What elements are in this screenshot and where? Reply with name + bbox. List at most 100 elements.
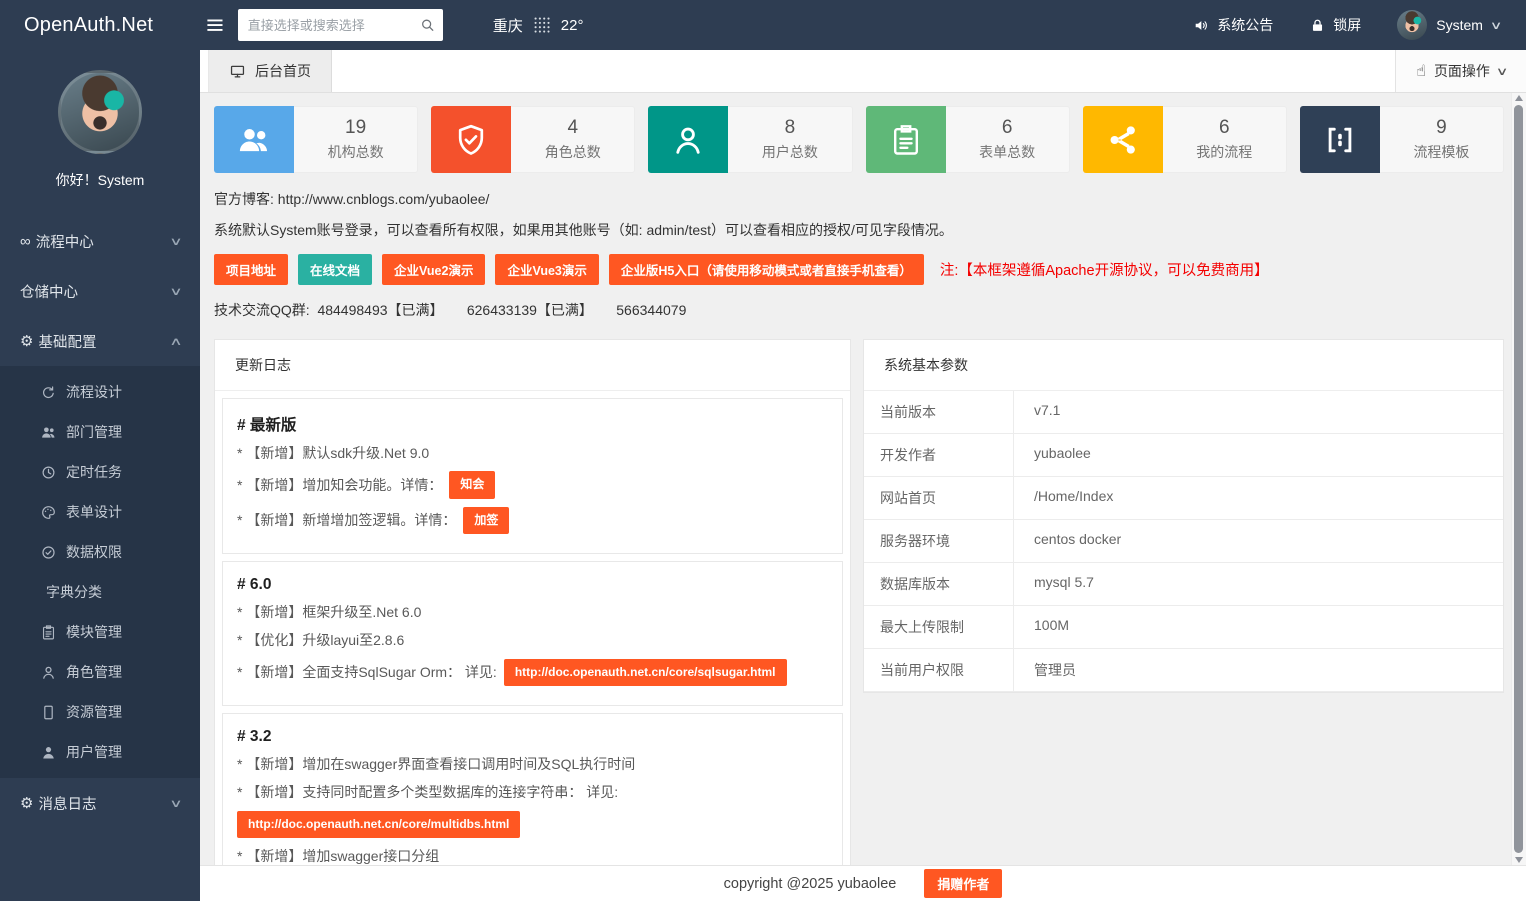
sidebar-submenu-item[interactable]: 流程设计 xyxy=(0,372,200,412)
changelog-item: * 【新增】框架升级至.Net 6.0 xyxy=(237,602,828,622)
tab-label: 后台首页 xyxy=(255,61,311,81)
changelog-link-button[interactable]: http://doc.openauth.net.cn/core/sqlsugar… xyxy=(504,659,787,686)
user-avatar-small xyxy=(1397,10,1427,40)
panels-row: 更新日志 # 最新版* 【新增】默认sdk升级.Net 9.0* 【新增】增加知… xyxy=(214,339,1504,866)
menu-toggle-icon[interactable]: ≡ xyxy=(206,12,224,39)
sidebar-menu-label: 仓储中心 xyxy=(20,281,172,302)
chevron-down-icon: ∨ xyxy=(169,797,183,810)
stat-label: 角色总数 xyxy=(545,142,601,162)
sidebar-menu-item[interactable]: ⚙消息日志∨ xyxy=(0,778,200,828)
role-icon xyxy=(40,664,66,681)
table-row: 当前版本v7.1 xyxy=(864,391,1503,434)
param-label: 当前用户权限 xyxy=(864,649,1014,691)
changelog-section-heading: # 6.0 xyxy=(237,576,828,594)
page-actions-label: 页面操作 xyxy=(1434,61,1490,81)
stats-row: 19机构总数4角色总数8用户总数6表单总数6我的流程9流程模板 xyxy=(214,106,1504,173)
donate-button[interactable]: 捐赠作者 xyxy=(924,869,1002,898)
search-icon[interactable] xyxy=(419,17,436,34)
departments-icon xyxy=(40,424,66,441)
changelog-item-text: * 【优化】升级layui至2.8.6 xyxy=(237,630,404,650)
link-button[interactable]: 企业Vue3演示 xyxy=(495,254,598,285)
param-value: centos docker xyxy=(1014,520,1503,562)
sidebar-submenu-item[interactable]: 角色管理 xyxy=(0,652,200,692)
stat-icon-box xyxy=(214,106,294,173)
sidebar-submenu-item[interactable]: 模块管理 xyxy=(0,612,200,652)
shield-check-icon xyxy=(453,122,489,158)
sidebar-submenu-item[interactable]: 字典分类 xyxy=(0,572,200,612)
sidebar-menu-item[interactable]: ⚙基础配置∧ xyxy=(0,316,200,366)
page-actions-dropdown[interactable]: ☝ 页面操作 ∨ xyxy=(1395,50,1526,92)
link-button[interactable]: 企业版H5入口（请使用移动模式或者直接手机查看） xyxy=(609,254,924,285)
sidebar-submenu-item[interactable]: 表单设计 xyxy=(0,492,200,532)
stat-card[interactable]: 19机构总数 xyxy=(214,106,418,173)
sidebar-submenu-item[interactable]: 数据权限 xyxy=(0,532,200,572)
changelog-item-text: * 【新增】增加swagger接口分组 xyxy=(237,846,439,866)
link-button[interactable]: 项目地址 xyxy=(214,254,288,285)
sidebar-menu: ∞流程中心∨仓储中心∨⚙基础配置∧流程设计部门管理定时任务表单设计数据权限字典分… xyxy=(0,216,200,828)
sidebar-menu-item[interactable]: ∞流程中心∨ xyxy=(0,216,200,266)
param-value: yubaolee xyxy=(1014,434,1503,476)
sidebar-submenu-label: 资源管理 xyxy=(66,702,122,722)
stat-icon-box xyxy=(431,106,511,173)
changelog-section: # 6.0 * 【新增】框架升级至.Net 6.0 * 【优化】升级layui至2.… xyxy=(222,561,843,706)
sidebar-menu-item[interactable]: 仓储中心∨ xyxy=(0,266,200,316)
param-label: 开发作者 xyxy=(864,434,1014,476)
vertical-scrollbar[interactable] xyxy=(1511,92,1526,866)
mobile-icon xyxy=(40,704,66,721)
table-row: 网站首页/Home/Index xyxy=(864,477,1503,520)
param-value: /Home/Index xyxy=(1014,477,1503,519)
announcement-label: 系统公告 xyxy=(1217,15,1273,35)
stat-card[interactable]: 6我的流程 xyxy=(1083,106,1287,173)
stat-label: 流程模板 xyxy=(1413,142,1469,162)
user-icon xyxy=(670,122,706,158)
haze-icon xyxy=(531,14,553,36)
link-button[interactable]: 在线文档 xyxy=(298,254,372,285)
table-row: 当前用户权限管理员 xyxy=(864,649,1503,692)
changelog-link-button[interactable]: http://doc.openauth.net.cn/core/multidbs… xyxy=(237,811,520,838)
stat-body: 6表单总数 xyxy=(946,106,1070,173)
stat-value: 6 xyxy=(1002,117,1013,139)
scrollbar-down-arrow[interactable] xyxy=(1515,857,1523,863)
intro-block: 官方博客: http://www.cnblogs.com/yubaolee/ 系… xyxy=(214,189,1504,320)
changelog-section-heading: # 3.2 xyxy=(237,728,828,746)
lock-screen-button[interactable]: 锁屏 xyxy=(1309,15,1361,35)
search-box xyxy=(238,9,443,41)
changelog-item-text: * 【新增】新增增加签逻辑。详情： xyxy=(237,510,456,530)
sidebar-submenu-item[interactable]: 用户管理 xyxy=(0,732,200,772)
param-label: 服务器环境 xyxy=(864,520,1014,562)
changelog-section: # 3.2 * 【新增】增加在swagger界面查看接口调用时间及SQL执行时间 *… xyxy=(222,713,843,866)
announcement-button[interactable]: 系统公告 xyxy=(1193,15,1273,35)
sidebar-submenu-item[interactable]: 资源管理 xyxy=(0,692,200,732)
changelog-item-text: * 【新增】框架升级至.Net 6.0 xyxy=(237,602,421,622)
license-note: 注:【本框架遵循Apache开源协议，可以免费商用】 xyxy=(940,259,1269,280)
stat-card[interactable]: 4 角色总数 xyxy=(431,106,635,173)
stat-label: 我的流程 xyxy=(1196,142,1252,162)
links-row: 项目地址在线文档企业Vue2演示企业Vue3演示企业版H5入口（请使用移动模式或… xyxy=(214,254,1504,285)
chevron-down-icon: ∨ xyxy=(1496,65,1509,78)
param-value: 管理员 xyxy=(1014,649,1503,691)
scrollbar-thumb[interactable] xyxy=(1514,105,1523,853)
user-menu[interactable]: System ∨ xyxy=(1397,10,1500,40)
param-value: 100M xyxy=(1014,606,1503,648)
sidebar-submenu-item[interactable]: 部门管理 xyxy=(0,412,200,452)
sidebar: 你好！System ∞流程中心∨仓储中心∨⚙基础配置∧流程设计部门管理定时任务表… xyxy=(0,50,200,901)
stat-card[interactable]: 9流程模板 xyxy=(1300,106,1504,173)
scrollbar-up-arrow[interactable] xyxy=(1515,95,1523,101)
sidebar-submenu-item[interactable]: 定时任务 xyxy=(0,452,200,492)
changelog-item: * 【新增】增加知会功能。详情：知会 xyxy=(237,471,828,498)
param-label: 当前版本 xyxy=(864,391,1014,433)
stat-value: 4 xyxy=(567,117,578,139)
tab-dashboard[interactable]: 后台首页 xyxy=(208,50,332,92)
changelog-item-text: * 【新增】增加在swagger界面查看接口调用时间及SQL执行时间 xyxy=(237,754,635,774)
search-input[interactable] xyxy=(238,9,443,41)
stat-value: 19 xyxy=(345,117,366,139)
tab-strip: 后台首页 ☝ 页面操作 ∨ xyxy=(200,50,1526,93)
stat-card[interactable]: 6表单总数 xyxy=(866,106,1070,173)
changelog-link-button[interactable]: 加签 xyxy=(463,507,509,534)
stat-card[interactable]: 8用户总数 xyxy=(648,106,852,173)
link-button[interactable]: 企业Vue2演示 xyxy=(382,254,485,285)
param-label: 网站首页 xyxy=(864,477,1014,519)
hand-pointer-icon: ☝ xyxy=(1416,61,1426,81)
form-icon xyxy=(888,122,924,158)
changelog-link-button[interactable]: 知会 xyxy=(449,471,495,498)
